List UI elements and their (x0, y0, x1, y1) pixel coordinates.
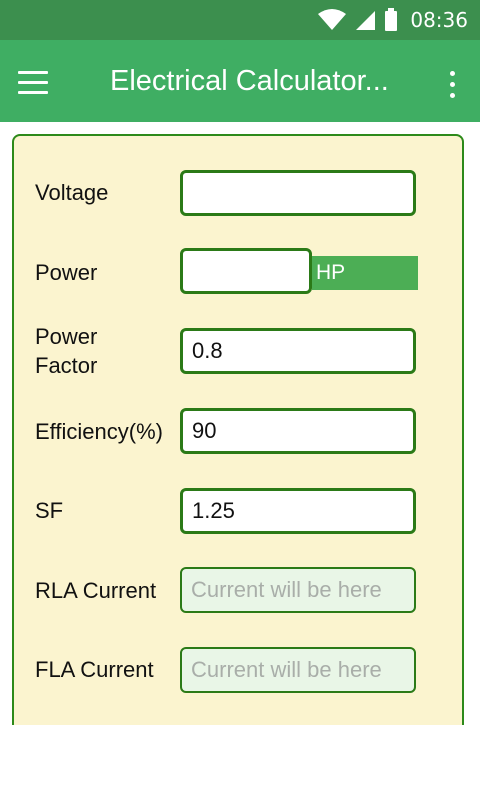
wifi-icon (318, 9, 347, 30)
sf-input[interactable]: 1.25 (180, 488, 416, 534)
signal-icon (356, 11, 376, 30)
battery-icon (385, 8, 398, 31)
power-factor-input[interactable]: 0.8 (180, 328, 416, 374)
power-input[interactable] (180, 248, 312, 294)
voltage-input[interactable] (180, 170, 416, 216)
fla-current-output[interactable]: Current will be here (180, 647, 416, 693)
rla-current-label: RLA Current (35, 578, 157, 603)
power-factor-label: Power Factor (35, 324, 98, 378)
app-title: Electrical Calculator... (110, 65, 389, 97)
rla-current-output[interactable]: Current will be here (180, 567, 416, 613)
fla-current-label: FLA Current (35, 657, 154, 682)
app-bar: Electrical Calculator... (0, 40, 480, 122)
efficiency-label: Efficiency(%) (35, 419, 163, 444)
status-time: 08:36 (410, 8, 468, 32)
more-vert-icon[interactable] (442, 64, 462, 104)
hamburger-menu-icon[interactable] (18, 62, 64, 102)
bottom-area (0, 725, 480, 800)
power-label: Power (35, 260, 98, 285)
power-unit-selector[interactable]: HP (312, 256, 418, 290)
status-bar: 08:36 (0, 0, 480, 40)
voltage-label: Voltage (35, 180, 109, 205)
status-icons: 08:36 (318, 0, 468, 40)
sf-label: SF (35, 498, 64, 523)
efficiency-input[interactable]: 90 (180, 408, 416, 454)
